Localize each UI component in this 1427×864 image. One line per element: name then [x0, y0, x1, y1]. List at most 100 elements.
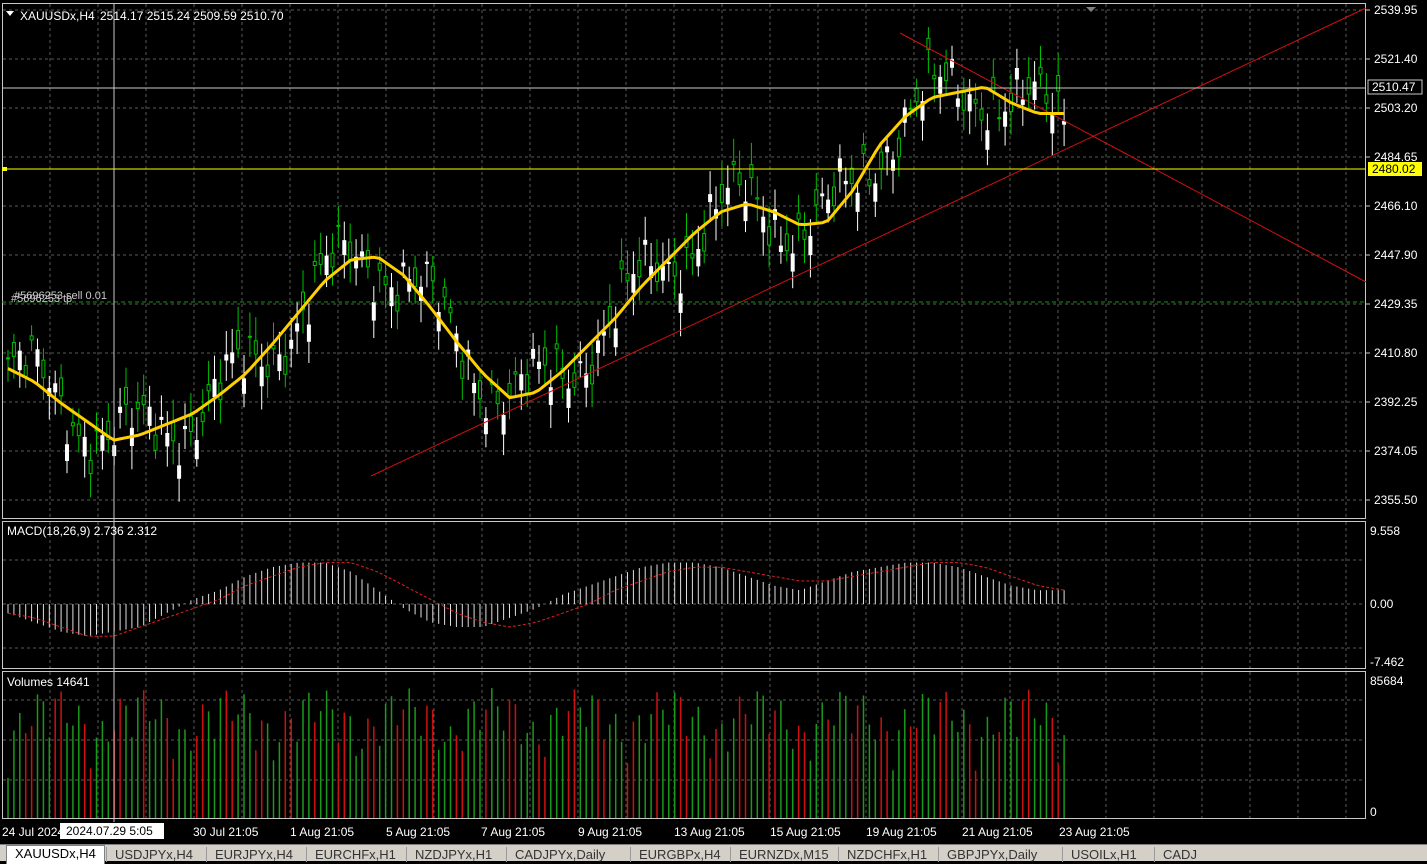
macd-layer [7, 562, 1065, 637]
candle-body [41, 359, 46, 379]
macd-tick-bottom: -7.462 [1370, 655, 1404, 669]
candle-body [17, 350, 22, 371]
price-tick-label: 2410.80 [1374, 346, 1418, 360]
candle-body [236, 330, 241, 350]
candle-body [224, 354, 229, 361]
candle-body [401, 262, 406, 267]
candle-body [820, 193, 825, 197]
candle-body [247, 335, 252, 338]
candle-body [153, 434, 158, 451]
candle-body [159, 416, 164, 420]
candle-body [501, 414, 506, 435]
candle-body [35, 349, 40, 367]
chart-tab[interactable]: XAUUSDx,H4 [6, 845, 105, 864]
candle-body [206, 384, 211, 392]
candle-body [6, 357, 10, 360]
candle-body [908, 107, 913, 110]
chart-tab-bar: XAUUSDx,H4 USDJPYx,H4 EURJPYx,H4 EURCHFx,H1… [0, 844, 1427, 864]
candle-body [566, 388, 571, 408]
candle-body [537, 361, 541, 370]
candle-body [767, 226, 772, 246]
time-label: 19 Aug 21:05 [866, 825, 937, 839]
volumes-label: Volumes 14641 [7, 675, 90, 689]
time-label: 23 Aug 21:05 [1059, 825, 1130, 839]
candle-body [253, 340, 258, 355]
candle-body [395, 294, 400, 312]
candle-body [979, 108, 984, 121]
volumes-tick-top: 85684 [1370, 674, 1404, 688]
candle-body [430, 265, 435, 282]
candle-body [448, 307, 453, 314]
candle-body [554, 343, 559, 350]
chart-menu-triangle-icon[interactable] [6, 11, 14, 16]
bid-price-label: 2510.47 [1372, 80, 1416, 94]
candle-body [784, 233, 789, 252]
candle-body [542, 347, 547, 366]
candle-body [761, 216, 766, 233]
candle-body [124, 386, 128, 405]
candle-body [70, 422, 75, 427]
candle-body [177, 465, 182, 479]
time-label: 1 Aug 21:05 [290, 825, 354, 839]
candle-body [826, 199, 831, 214]
candle-body [82, 436, 87, 457]
candle-body [938, 76, 943, 94]
time-axis[interactable]: 24 Jul 2024 30 Jul 21:05 1 Aug 21:05 5 Aug … [2, 825, 1130, 839]
candle-body [737, 172, 742, 186]
candle-body [796, 212, 801, 220]
level-price-label: 2480.02 [1372, 162, 1416, 176]
candle-body [483, 418, 488, 435]
candle-body [118, 406, 123, 413]
candle-body [708, 194, 713, 203]
candle-body [643, 239, 648, 245]
candle-body [731, 160, 736, 165]
candle-body [672, 261, 677, 277]
candle-body [519, 374, 524, 391]
price-tick-label: 2374.05 [1374, 444, 1418, 458]
level-marker[interactable] [2, 167, 7, 171]
price-tick-label: 2392.25 [1374, 395, 1418, 409]
price-tick-label: 2539.95 [1374, 3, 1418, 17]
price-tick-label: 2429.35 [1374, 297, 1418, 311]
symbol-label: XAUUSDx,H4 [20, 9, 95, 23]
candle-body [1014, 68, 1019, 80]
price-axis[interactable]: 2539.952521.402503.202484.652466.102447.… [1366, 3, 1418, 507]
candle-body [295, 323, 300, 332]
uptrend-line[interactable] [370, 7, 1367, 477]
candle-body [666, 261, 671, 264]
candle-body [1044, 94, 1049, 104]
candle-body [513, 371, 518, 375]
candle-body [442, 286, 447, 298]
candle-body [525, 374, 530, 394]
candle-body [371, 302, 376, 321]
candle-body [725, 187, 730, 205]
candle-body [531, 348, 536, 359]
candle-body [348, 241, 353, 262]
candle-body [885, 146, 890, 153]
candle-body [76, 423, 81, 437]
chart-canvas[interactable]: #5696253 sell 0.01 #5696253 tp XAUUSDx,H… [0, 0, 1427, 844]
candle-body [141, 395, 146, 406]
time-label: 5 Aug 21:05 [386, 825, 450, 839]
candle-body [690, 253, 695, 259]
candle-body [1032, 81, 1037, 100]
candle-body [277, 354, 282, 372]
candle-body [188, 415, 193, 433]
chart-grid [3, 4, 1365, 818]
candle-body [790, 253, 795, 272]
candle-body [578, 361, 583, 364]
candle-body [324, 255, 329, 276]
price-tick-label: 2521.40 [1374, 52, 1418, 66]
candle-body [100, 435, 105, 451]
candle-body [23, 365, 28, 377]
candle-body [584, 373, 589, 388]
candle-body [613, 328, 618, 348]
candle-body [961, 92, 966, 111]
candle-body [318, 253, 323, 265]
candle-body [596, 340, 600, 353]
candle-body [873, 183, 878, 202]
candle-body [88, 459, 93, 475]
candle-body [944, 62, 949, 82]
candle-body [242, 378, 246, 394]
candle-body [914, 87, 919, 103]
